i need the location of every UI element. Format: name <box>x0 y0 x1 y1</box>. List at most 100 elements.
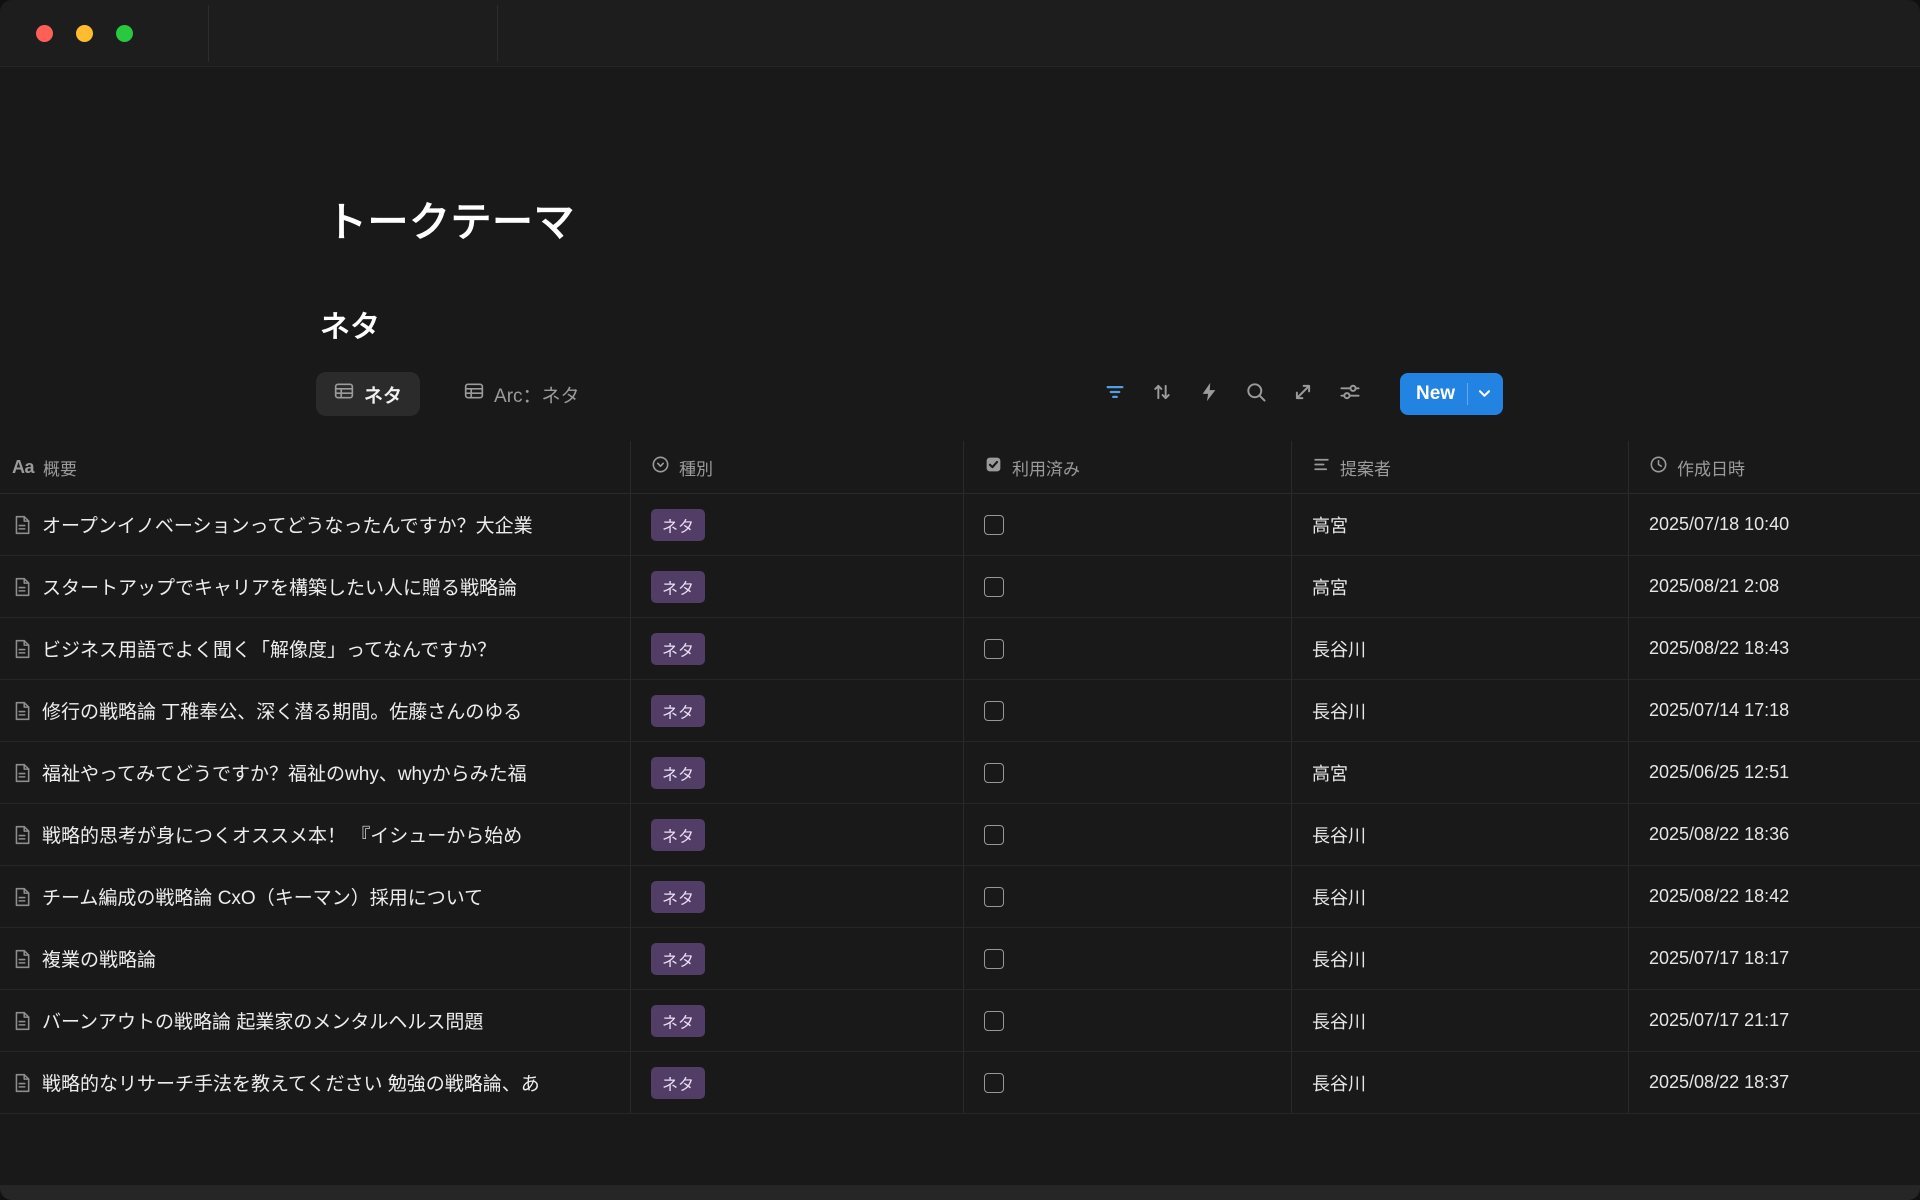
automation-button[interactable] <box>1194 379 1224 409</box>
cell-summary[interactable]: ビジネス用語でよく聞く「解像度」ってなんですか？ <box>0 618 631 679</box>
row-tag[interactable]: ネタ <box>651 943 705 975</box>
cell-created[interactable]: 2025/08/22 18:43 <box>1629 618 1920 679</box>
minimize-button[interactable] <box>76 25 93 42</box>
row-title[interactable]: スタートアップでキャリアを構築したい人に贈る戦略論 <box>42 573 517 600</box>
cell-summary[interactable]: 戦略的なリサーチ手法を教えてください 勉強の戦略論、あ <box>0 1052 631 1113</box>
row-checkbox[interactable] <box>984 825 1004 845</box>
cell-type[interactable]: ネタ <box>631 680 964 741</box>
cell-proposer[interactable]: 長谷川 <box>1292 1052 1629 1113</box>
row-tag[interactable]: ネタ <box>651 571 705 603</box>
view-settings-button[interactable] <box>1335 379 1365 409</box>
column-header-created[interactable]: 作成日時 <box>1629 441 1920 493</box>
sort-button[interactable] <box>1147 379 1177 409</box>
row-checkbox[interactable] <box>984 949 1004 969</box>
row-tag[interactable]: ネタ <box>651 509 705 541</box>
row-tag[interactable]: ネタ <box>651 695 705 727</box>
row-title[interactable]: バーンアウトの戦略論 起業家のメンタルヘルス問題 <box>42 1007 483 1034</box>
table-row[interactable]: 戦略的なリサーチ手法を教えてください 勉強の戦略論、あ ネタ 長谷川 2025/… <box>0 1052 1920 1114</box>
row-checkbox[interactable] <box>984 577 1004 597</box>
zoom-button[interactable] <box>116 25 133 42</box>
row-tag[interactable]: ネタ <box>651 757 705 789</box>
row-checkbox[interactable] <box>984 763 1004 783</box>
cell-proposer[interactable]: 高宮 <box>1292 556 1629 617</box>
row-tag[interactable]: ネタ <box>651 1067 705 1099</box>
cell-type[interactable]: ネタ <box>631 1052 964 1113</box>
table-row[interactable]: 戦略的思考が身につくオススメ本！ 『イシューから始め ネタ 長谷川 2025/0… <box>0 804 1920 866</box>
cell-proposer[interactable]: 長谷川 <box>1292 990 1629 1051</box>
cell-created[interactable]: 2025/07/14 17:18 <box>1629 680 1920 741</box>
table-row[interactable]: 福祉やってみてどうですか？福祉のwhy、whyからみた福 ネタ 高宮 2025/… <box>0 742 1920 804</box>
cell-summary[interactable]: スタートアップでキャリアを構築したい人に贈る戦略論 <box>0 556 631 617</box>
row-checkbox[interactable] <box>984 701 1004 721</box>
cell-summary[interactable]: 福祉やってみてどうですか？福祉のwhy、whyからみた福 <box>0 742 631 803</box>
cell-proposer[interactable]: 長谷川 <box>1292 618 1629 679</box>
cell-created[interactable]: 2025/07/17 21:17 <box>1629 990 1920 1051</box>
column-header-used[interactable]: 利用済み <box>964 441 1292 493</box>
table-row[interactable]: 修行の戦略論 丁稚奉公、深く潜る期間。佐藤さんのゆる ネタ 長谷川 2025/0… <box>0 680 1920 742</box>
row-title[interactable]: 戦略的思考が身につくオススメ本！ 『イシューから始め <box>42 821 522 848</box>
cell-type[interactable]: ネタ <box>631 618 964 679</box>
cell-type[interactable]: ネタ <box>631 556 964 617</box>
cell-type[interactable]: ネタ <box>631 804 964 865</box>
row-title[interactable]: 福祉やってみてどうですか？福祉のwhy、whyからみた福 <box>42 759 527 786</box>
row-tag[interactable]: ネタ <box>651 633 705 665</box>
new-button[interactable]: New <box>1400 373 1503 415</box>
row-tag[interactable]: ネタ <box>651 819 705 851</box>
row-checkbox[interactable] <box>984 515 1004 535</box>
cell-used[interactable] <box>964 866 1292 927</box>
cell-used[interactable] <box>964 556 1292 617</box>
cell-used[interactable] <box>964 742 1292 803</box>
table-row[interactable]: スタートアップでキャリアを構築したい人に贈る戦略論 ネタ 高宮 2025/08/… <box>0 556 1920 618</box>
row-title[interactable]: チーム編成の戦略論 CxO（キーマン）採用について <box>42 883 483 910</box>
row-title[interactable]: 複業の戦略論 <box>42 945 156 972</box>
cell-created[interactable]: 2025/08/22 18:36 <box>1629 804 1920 865</box>
cell-type[interactable]: ネタ <box>631 928 964 989</box>
cell-used[interactable] <box>964 494 1292 555</box>
row-title[interactable]: 修行の戦略論 丁稚奉公、深く潜る期間。佐藤さんのゆる <box>42 697 522 724</box>
cell-created[interactable]: 2025/07/17 18:17 <box>1629 928 1920 989</box>
cell-created[interactable]: 2025/06/25 12:51 <box>1629 742 1920 803</box>
cell-summary[interactable]: オープンイノベーションってどうなったんですか？大企業 <box>0 494 631 555</box>
close-button[interactable] <box>36 25 53 42</box>
row-checkbox[interactable] <box>984 1011 1004 1031</box>
cell-created[interactable]: 2025/08/22 18:42 <box>1629 866 1920 927</box>
cell-used[interactable] <box>964 618 1292 679</box>
table-row[interactable]: チーム編成の戦略論 CxO（キーマン）採用について ネタ 長谷川 2025/08… <box>0 866 1920 928</box>
cell-summary[interactable]: 戦略的思考が身につくオススメ本！ 『イシューから始め <box>0 804 631 865</box>
cell-type[interactable]: ネタ <box>631 494 964 555</box>
cell-used[interactable] <box>964 990 1292 1051</box>
cell-used[interactable] <box>964 1052 1292 1113</box>
cell-used[interactable] <box>964 804 1292 865</box>
table-row[interactable]: オープンイノベーションってどうなったんですか？大企業 ネタ 高宮 2025/07… <box>0 494 1920 556</box>
cell-proposer[interactable]: 長谷川 <box>1292 928 1629 989</box>
expand-button[interactable] <box>1288 379 1318 409</box>
cell-proposer[interactable]: 高宮 <box>1292 742 1629 803</box>
row-title[interactable]: オープンイノベーションってどうなったんですか？大企業 <box>42 511 533 538</box>
cell-used[interactable] <box>964 680 1292 741</box>
cell-proposer[interactable]: 長谷川 <box>1292 866 1629 927</box>
view-tab-neta[interactable]: ネタ <box>316 372 420 416</box>
table-row[interactable]: バーンアウトの戦略論 起業家のメンタルヘルス問題 ネタ 長谷川 2025/07/… <box>0 990 1920 1052</box>
database-title[interactable]: ネタ <box>320 302 380 346</box>
column-header-type[interactable]: 種別 <box>631 441 964 493</box>
cell-summary[interactable]: 複業の戦略論 <box>0 928 631 989</box>
cell-type[interactable]: ネタ <box>631 742 964 803</box>
cell-summary[interactable]: 修行の戦略論 丁稚奉公、深く潜る期間。佐藤さんのゆる <box>0 680 631 741</box>
table-row[interactable]: 複業の戦略論 ネタ 長谷川 2025/07/17 18:17 <box>0 928 1920 990</box>
cell-summary[interactable]: チーム編成の戦略論 CxO（キーマン）採用について <box>0 866 631 927</box>
cell-type[interactable]: ネタ <box>631 990 964 1051</box>
filter-button[interactable] <box>1100 379 1130 409</box>
row-checkbox[interactable] <box>984 887 1004 907</box>
cell-created[interactable]: 2025/08/22 18:37 <box>1629 1052 1920 1113</box>
page-title[interactable]: トークテーマ <box>326 188 575 248</box>
cell-created[interactable]: 2025/07/18 10:40 <box>1629 494 1920 555</box>
row-title[interactable]: ビジネス用語でよく聞く「解像度」ってなんですか？ <box>42 635 496 662</box>
cell-summary[interactable]: バーンアウトの戦略論 起業家のメンタルヘルス問題 <box>0 990 631 1051</box>
cell-proposer[interactable]: 長谷川 <box>1292 804 1629 865</box>
column-header-summary[interactable]: Aa 概要 <box>0 441 631 493</box>
row-title[interactable]: 戦略的なリサーチ手法を教えてください 勉強の戦略論、あ <box>42 1069 540 1096</box>
cell-proposer[interactable]: 高宮 <box>1292 494 1629 555</box>
cell-created[interactable]: 2025/08/21 2:08 <box>1629 556 1920 617</box>
column-header-proposer[interactable]: 提案者 <box>1292 441 1629 493</box>
search-button[interactable] <box>1241 379 1271 409</box>
